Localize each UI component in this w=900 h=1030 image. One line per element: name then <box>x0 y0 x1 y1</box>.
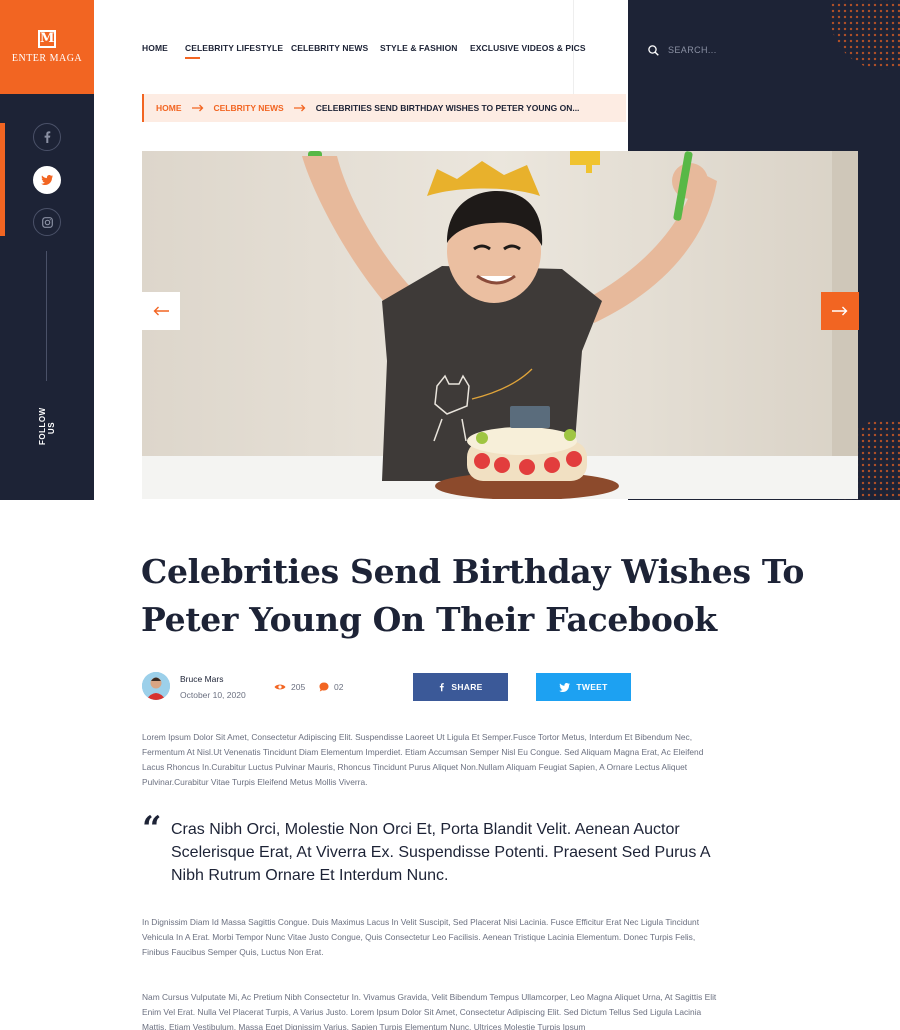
article-paragraph: Nam Cursus Vulputate Mi, Ac Pretium Nibh… <box>142 992 717 1030</box>
quote-icon: “ <box>142 809 162 849</box>
tweet-label: TWEET <box>576 682 608 692</box>
nav-divider <box>573 0 574 94</box>
sidebar-divider <box>46 251 47 381</box>
facebook-share-button[interactable]: SHARE <box>413 673 508 701</box>
eye-icon <box>274 684 286 690</box>
slider-prev-button[interactable] <box>142 292 180 330</box>
slider-next-button[interactable] <box>821 292 859 330</box>
logo-mark: M <box>38 30 56 48</box>
arrow-left-icon <box>153 306 169 316</box>
arrow-right-icon <box>191 104 204 112</box>
twitter-icon <box>559 682 571 692</box>
tweet-button[interactable]: TWEET <box>536 673 631 701</box>
publish-date: October 10, 2020 <box>180 690 246 700</box>
comments-count[interactable]: 02 <box>319 682 343 692</box>
search-input[interactable] <box>668 42 788 58</box>
comments-value: 02 <box>334 682 344 692</box>
breadcrumb-section[interactable]: CELBRITY NEWS <box>214 103 284 113</box>
instagram-icon[interactable] <box>33 208 61 236</box>
views-count: 205 <box>274 682 305 692</box>
sidebar-accent-bar <box>0 123 5 236</box>
comment-icon <box>319 682 329 692</box>
search-icon[interactable] <box>648 45 659 56</box>
dot-pattern-decoration <box>830 0 900 70</box>
nav-item-celebrity-news[interactable]: CELEBRITY NEWS <box>291 43 368 53</box>
views-value: 205 <box>291 682 306 692</box>
nav-item-exclusive-videos[interactable]: EXCLUSIVE VIDEOS & PICS <box>470 43 586 53</box>
nav-item-style-fashion[interactable]: STYLE & FASHION <box>380 43 458 53</box>
arrow-right-icon <box>832 306 848 316</box>
nav-item-home[interactable]: HOME <box>142 43 168 53</box>
breadcrumb: HOME CELBRITY NEWS CELEBRITIES SEND BIRT… <box>142 94 626 122</box>
logo-text: ENTER MAGA <box>11 53 83 64</box>
site-logo[interactable]: M ENTER MAGA <box>0 0 94 94</box>
arrow-right-icon <box>293 104 306 112</box>
article-title: Celebrities Send Birthday Wishes To Pete… <box>141 552 805 639</box>
article-paragraph: Lorem Ipsum Dolor Sit Amet, Consectetur … <box>142 732 704 787</box>
nav-item-celebrity-lifestyle[interactable]: CELEBRITY LIFESTYLE <box>185 43 283 53</box>
hero-image <box>142 151 858 499</box>
breadcrumb-home[interactable]: HOME <box>156 103 182 113</box>
share-label: SHARE <box>451 682 483 692</box>
article-paragraph: In Dignissim Diam Id Massa Sagittis Cong… <box>142 917 700 957</box>
author-avatar[interactable] <box>142 672 170 700</box>
author-name[interactable]: Bruce Mars <box>180 674 223 684</box>
twitter-icon[interactable] <box>33 166 61 194</box>
social-sidebar: FOLLOW US <box>0 94 94 500</box>
article-quote: Cras Nibh Orci, Molestie Non Orci Et, Po… <box>171 821 710 884</box>
article-meta: Bruce Mars October 10, 2020 205 02 SHARE… <box>142 672 642 704</box>
facebook-icon <box>440 683 445 692</box>
nav-active-indicator <box>185 57 200 59</box>
facebook-icon[interactable] <box>33 123 61 151</box>
breadcrumb-current: CELEBRITIES SEND BIRTHDAY WISHES TO PETE… <box>315 103 580 113</box>
follow-us-label: FOLLOW US <box>38 407 56 445</box>
